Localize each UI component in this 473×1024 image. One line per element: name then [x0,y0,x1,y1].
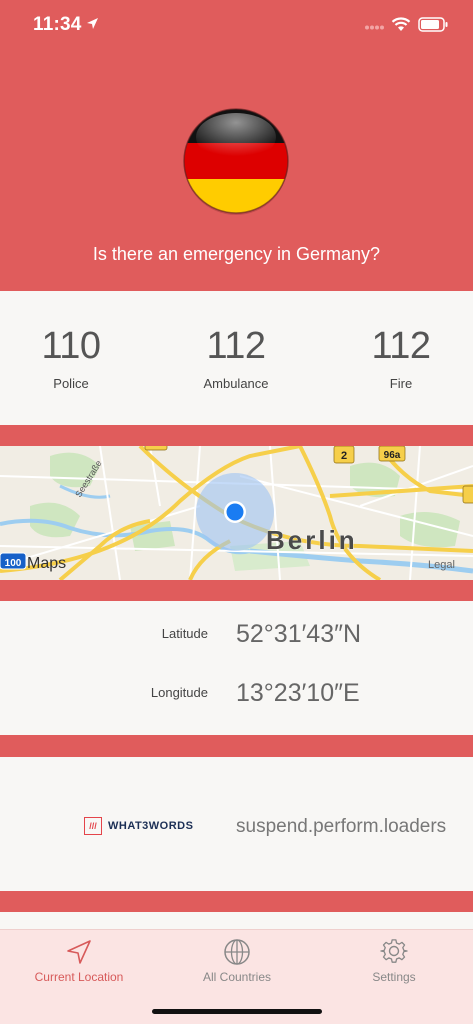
road-badge-96a-text: 96a [384,450,401,461]
tab-bar: Current Location All Countries Settings [0,929,473,1024]
home-indicator[interactable] [152,1009,322,1014]
tab-all-countries-label: All Countries [202,970,272,984]
location-map[interactable]: Seestraße 2 96a 100 Berlin Maps Legal [0,446,473,580]
tab-settings-label: Settings [372,970,416,984]
fire-number-label: Fire [389,376,413,391]
battery-icon [418,17,448,32]
tab-all-countries[interactable]: All Countries [158,930,316,990]
globe-icon [224,939,250,965]
what3words-brand: WHAT3WORDS [108,820,194,832]
latitude-label: Latitude [161,626,208,641]
status-time: 11:34 [33,14,82,35]
coordinates-card: Latitude 52°31′43″N Longitude 13°23′10″E [0,601,473,735]
road-badge-2-text: 2 [341,450,347,462]
ambulance-number[interactable]: 112 Ambulance [166,325,306,391]
status-bar: 11:34 [0,0,473,50]
tab-current-location[interactable]: Current Location [0,930,158,990]
latitude-value[interactable]: 52°31′43″N [236,620,361,649]
road-badge-96a: 96a [378,446,406,462]
ambulance-number-label: Ambulance [203,376,269,391]
fire-number[interactable]: 112 Fire [331,325,471,391]
germany-flag-icon [182,107,290,215]
legal-link[interactable]: Legal [428,559,455,571]
ambulance-number-value: 112 [206,325,266,367]
what3words-logo: /// WHAT3WORDS [84,817,193,835]
police-number[interactable]: 110 Police [1,325,141,391]
gear-icon [380,939,408,963]
road-badge-2: 2 [333,446,355,464]
fire-number-value: 112 [371,325,431,367]
what3words-slashes-icon: /// [84,817,102,835]
signal-icon [365,25,384,30]
police-number-value: 110 [41,325,101,367]
longitude-label: Longitude [150,685,208,700]
tab-current-location-label: Current Location [34,970,124,984]
what3words-card[interactable]: /// WHAT3WORDS suspend.perform.loaders [0,757,473,891]
maps-logo-text: Maps [27,555,66,572]
tab-settings[interactable]: Settings [315,930,473,990]
emergency-numbers-card: 110 Police 112 Ambulance 112 Fire [0,291,473,425]
city-label: Berlin [266,525,358,555]
location-arrow-icon [67,940,91,964]
road-badge-100: 100 [0,552,27,570]
wifi-icon [391,17,411,31]
location-arrow-icon [87,18,98,29]
emergency-question: Is there an emergency in Germany? [92,244,381,264]
screen: 11:34 Is there an emergency in Germany? … [0,0,473,1024]
longitude-value[interactable]: 13°23′10″E [236,679,360,708]
police-number-label: Police [53,376,89,391]
road-badge-100-text: 100 [5,558,22,569]
what3words-address[interactable]: suspend.perform.loaders [236,816,446,838]
